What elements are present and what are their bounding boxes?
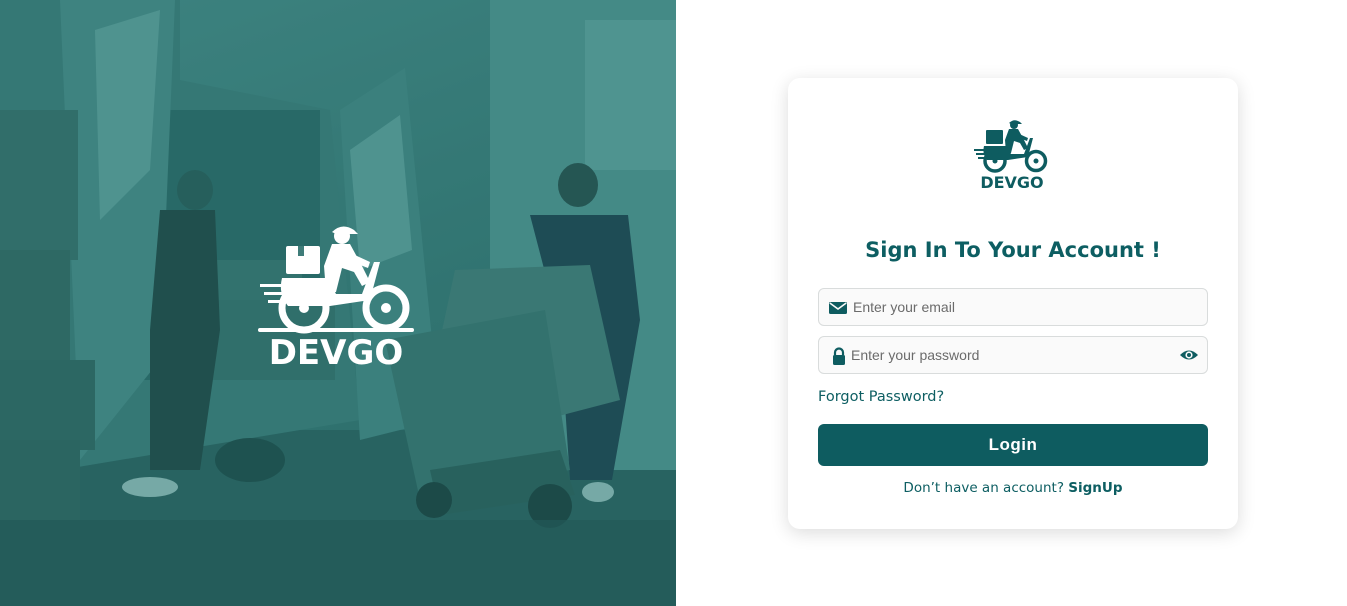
eye-icon[interactable] [1179,347,1199,363]
signup-prompt: Don’t have an account? SignUp [788,480,1238,496]
email-input[interactable] [853,289,1173,325]
signup-link[interactable]: SignUp [1068,480,1122,496]
card-logo-text: DEVGO [980,173,1043,192]
page-title: Sign In To Your Account ! [865,238,1161,262]
hero-panel: DEVGO [0,0,676,606]
hero-logo-text: DEVGO [269,333,404,372]
signup-prompt-text: Don’t have an account? [903,480,1064,496]
forgot-password-link[interactable]: Forgot Password? [818,389,944,405]
hero-logo: DEVGO [258,226,414,372]
login-button[interactable]: Login [818,424,1208,466]
password-input[interactable] [851,337,1171,373]
card-logo: DEVGO [974,120,1048,192]
lock-icon [833,347,845,365]
email-field[interactable] [818,288,1208,326]
envelope-icon [829,302,847,314]
password-field[interactable] [818,336,1208,374]
login-card: DEVGO Sign In To Your Account ! Forgot P… [788,78,1238,529]
delivery-scooter-icon [974,120,1048,173]
delivery-scooter-icon [258,226,414,334]
